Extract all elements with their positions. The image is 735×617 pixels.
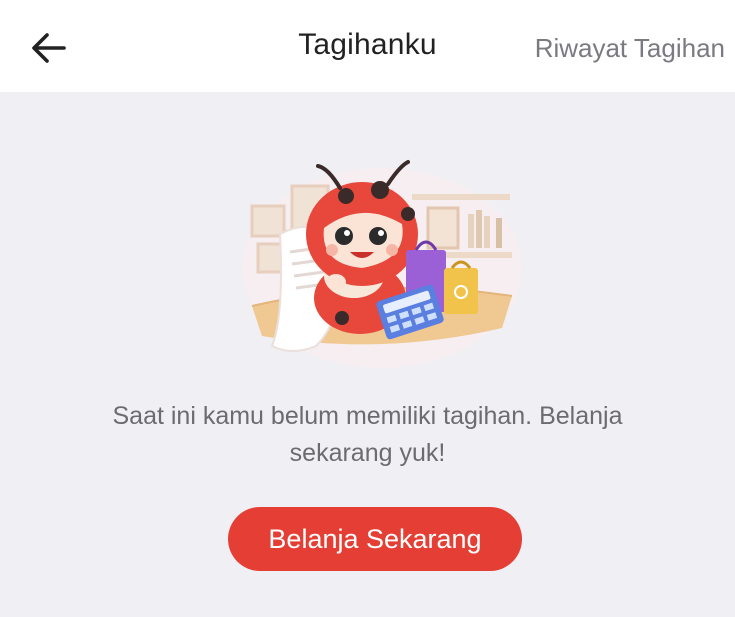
empty-state-message: Saat ini kamu belum memiliki tagihan. Be… bbox=[112, 402, 623, 467]
shop-now-button[interactable]: Belanja Sekarang bbox=[228, 507, 522, 571]
bill-history-link[interactable]: Riwayat Tagihan bbox=[535, 33, 725, 64]
app-header: Tagihanku Riwayat Tagihan bbox=[0, 0, 735, 92]
empty-state: Saat ini kamu belum memiliki tagihan. Be… bbox=[0, 92, 735, 617]
ladybug-mascot-illustration bbox=[242, 160, 522, 368]
